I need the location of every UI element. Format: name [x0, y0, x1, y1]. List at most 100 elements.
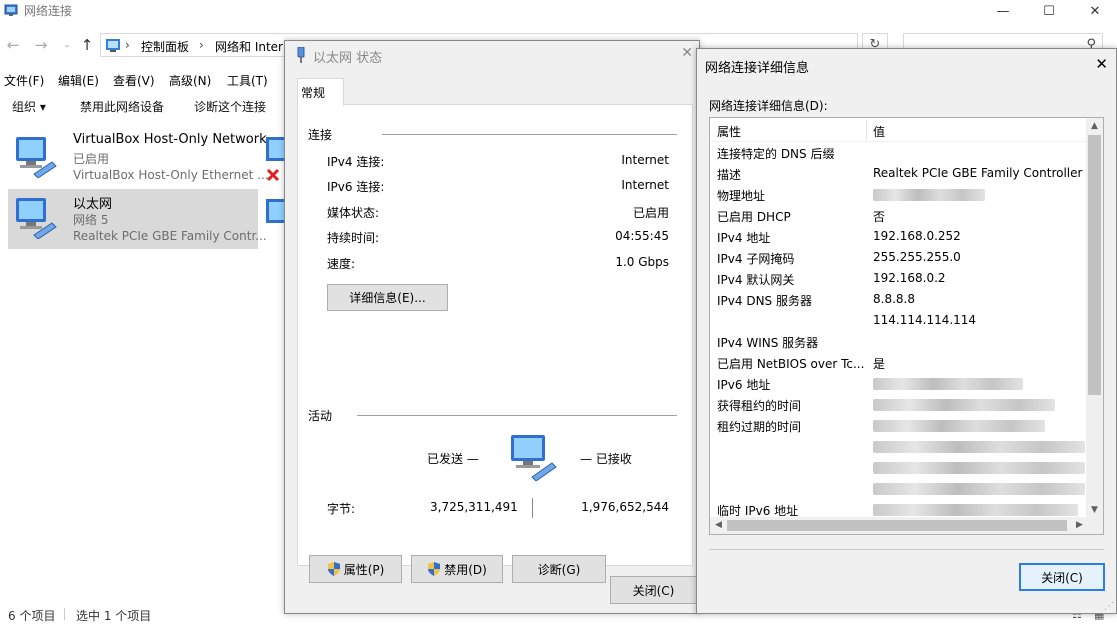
- maximize-icon: ☐: [1043, 3, 1055, 19]
- scroll-up-icon[interactable]: ▲: [1086, 118, 1103, 135]
- general-tab-panel: 连接 IPv4 连接: Internet IPv6 连接: Internet 媒…: [297, 104, 693, 583]
- minimize-button[interactable]: —: [980, 0, 1026, 22]
- item-status: 已启用: [73, 152, 110, 166]
- table-row[interactable]: 已启用 NetBIOS over Tc... 是: [710, 352, 1088, 373]
- recent-locations-button[interactable]: ⌄: [58, 36, 76, 54]
- details-caption: 网络连接详细信息(D):: [709, 99, 828, 113]
- row-value: Realtek PCIe GBE Family Controller: [873, 166, 1083, 180]
- back-button[interactable]: ←: [4, 36, 22, 54]
- column-header-value[interactable]: 值: [873, 123, 885, 140]
- diagnose-connection-button[interactable]: 诊断这个连接: [194, 98, 266, 115]
- resize-grip-icon[interactable]: ⋰: [1104, 601, 1114, 612]
- row-property: 描述: [717, 168, 742, 182]
- row-value: 192.168.0.252: [873, 229, 961, 243]
- received-label: — 已接收: [580, 452, 632, 466]
- properties-button-label: 属性(P): [343, 562, 385, 577]
- details-list[interactable]: 属性 值 连接特定的 DNS 后缀 描述 Realtek PCIe GBE Fam…: [709, 117, 1104, 535]
- table-row[interactable]: [710, 457, 1088, 478]
- menu-advanced[interactable]: 高级(N): [169, 72, 211, 89]
- breadcrumb-control-panel[interactable]: 控制面板: [141, 38, 189, 55]
- table-row[interactable]: IPv4 地址 192.168.0.252: [710, 226, 1088, 247]
- horizontal-scroll-thumb[interactable]: [727, 520, 1067, 531]
- window-close-button[interactable]: ✕: [1072, 0, 1117, 22]
- properties-button[interactable]: 属性(P): [309, 555, 402, 583]
- organize-button[interactable]: 组织 ▾: [12, 98, 46, 115]
- group-divider: [382, 134, 677, 135]
- list-item-selected[interactable]: 以太网 网络 5 Realtek PCIe GBE Family Contr..…: [8, 189, 267, 249]
- vertical-scrollbar[interactable]: ▲ ▼: [1086, 118, 1103, 519]
- details-button[interactable]: 详细信息(E)...: [327, 284, 448, 311]
- details-close-button[interactable]: 关闭(C): [1019, 563, 1105, 591]
- table-row[interactable]: 连接特定的 DNS 后缀: [710, 142, 1088, 163]
- details-button-label: 详细信息(E)...: [349, 291, 426, 305]
- network-activity-icon: [508, 433, 558, 481]
- tab-general[interactable]: 常规: [297, 78, 344, 106]
- disable-device-button[interactable]: 禁用此网络设备: [80, 98, 164, 115]
- maximize-button[interactable]: ☐: [1026, 0, 1072, 22]
- ipv4-label: IPv4 连接:: [327, 155, 385, 169]
- uac-shield-icon: [327, 562, 340, 576]
- tab-label: 常规: [301, 86, 326, 100]
- row-value: 是: [873, 357, 886, 371]
- table-row[interactable]: 物理地址: [710, 184, 1088, 205]
- column-header-property[interactable]: 属性: [717, 123, 741, 140]
- control-panel-icon: [105, 37, 121, 53]
- table-row[interactable]: IPv4 DNS 服务器 8.8.8.8: [710, 289, 1088, 310]
- network-folder-icon: [4, 3, 18, 17]
- connection-group-label: 连接: [308, 128, 333, 142]
- scroll-right-icon[interactable]: ▶: [1071, 517, 1088, 534]
- table-row[interactable]: 获得租约的时间: [710, 394, 1088, 415]
- list-item[interactable]: VirtualBox Host-Only Network 已启用 Virtual…: [8, 128, 269, 188]
- redacted-value: [873, 378, 1023, 390]
- status-bar: 6 个项目 选中 1 个项目: [0, 604, 285, 623]
- table-row[interactable]: IPv4 默认网关 192.168.0.2: [710, 268, 1088, 289]
- command-bar: 组织 ▾ 禁用此网络设备 诊断这个连接: [0, 94, 285, 118]
- disable-button[interactable]: 禁用(D): [411, 555, 503, 583]
- horizontal-scrollbar[interactable]: ◀ ▶: [710, 517, 1103, 534]
- up-button[interactable]: ↑: [78, 36, 96, 54]
- media-state-value: 已启用: [632, 206, 669, 220]
- arrow-up-icon: ↑: [80, 36, 94, 54]
- row-value: 192.168.0.2: [873, 271, 946, 285]
- forward-button[interactable]: →: [32, 36, 50, 54]
- diagnose-button-label: 诊断(G): [537, 562, 581, 577]
- activity-group-label: 活动: [308, 409, 333, 423]
- ipv6-label: IPv6 连接:: [327, 180, 385, 194]
- redacted-value: [873, 504, 1078, 516]
- bytes-divider: [532, 498, 533, 518]
- menu-tools[interactable]: 工具(T): [227, 72, 268, 89]
- item-adapter: VirtualBox Host-Only Ethernet ...: [73, 168, 269, 182]
- breadcrumb-network[interactable]: 网络和 Interi: [215, 38, 286, 55]
- column-divider[interactable]: [866, 120, 867, 140]
- selected-count: 选中 1 个项目: [76, 609, 152, 623]
- redacted-value: [873, 189, 985, 201]
- bytes-received-value: 1,976,652,544: [581, 500, 669, 514]
- vertical-scroll-thumb[interactable]: [1088, 135, 1101, 395]
- row-property: 连接特定的 DNS 后缀: [717, 147, 835, 161]
- row-property: IPv4 默认网关: [717, 273, 795, 287]
- table-row[interactable]: 已启用 DHCP 否: [710, 205, 1088, 226]
- item-count: 6 个项目: [8, 609, 56, 623]
- menu-edit[interactable]: 编辑(E): [58, 72, 99, 89]
- table-row[interactable]: IPv6 地址: [710, 373, 1088, 394]
- table-row[interactable]: [710, 478, 1088, 499]
- menu-file[interactable]: 文件(F): [4, 72, 44, 89]
- table-row[interactable]: 租约过期的时间: [710, 415, 1088, 436]
- table-row[interactable]: IPv4 子网掩码 255.255.255.0: [710, 247, 1088, 268]
- close-icon[interactable]: ✕: [681, 45, 693, 61]
- menu-view[interactable]: 查看(V): [113, 72, 155, 89]
- explorer-title: 网络连接: [24, 4, 73, 18]
- scroll-left-icon[interactable]: ◀: [710, 517, 727, 534]
- row-value: 否: [873, 210, 886, 224]
- row-property: IPv4 地址: [717, 231, 771, 245]
- status-close-button[interactable]: 关闭(C): [610, 576, 697, 604]
- close-icon[interactable]: ✕: [1095, 55, 1108, 73]
- table-row[interactable]: 描述 Realtek PCIe GBE Family Controller: [710, 163, 1088, 184]
- diagnose-button[interactable]: 诊断(G): [512, 555, 606, 583]
- table-row[interactable]: [710, 436, 1088, 457]
- dialog-title: 网络连接详细信息: [705, 61, 810, 76]
- table-row[interactable]: IPv4 WINS 服务器: [710, 331, 1088, 352]
- row-property: IPv4 子网掩码: [717, 252, 795, 266]
- table-row[interactable]: 114.114.114.114: [710, 310, 1088, 331]
- ipv4-value: Internet: [621, 153, 669, 167]
